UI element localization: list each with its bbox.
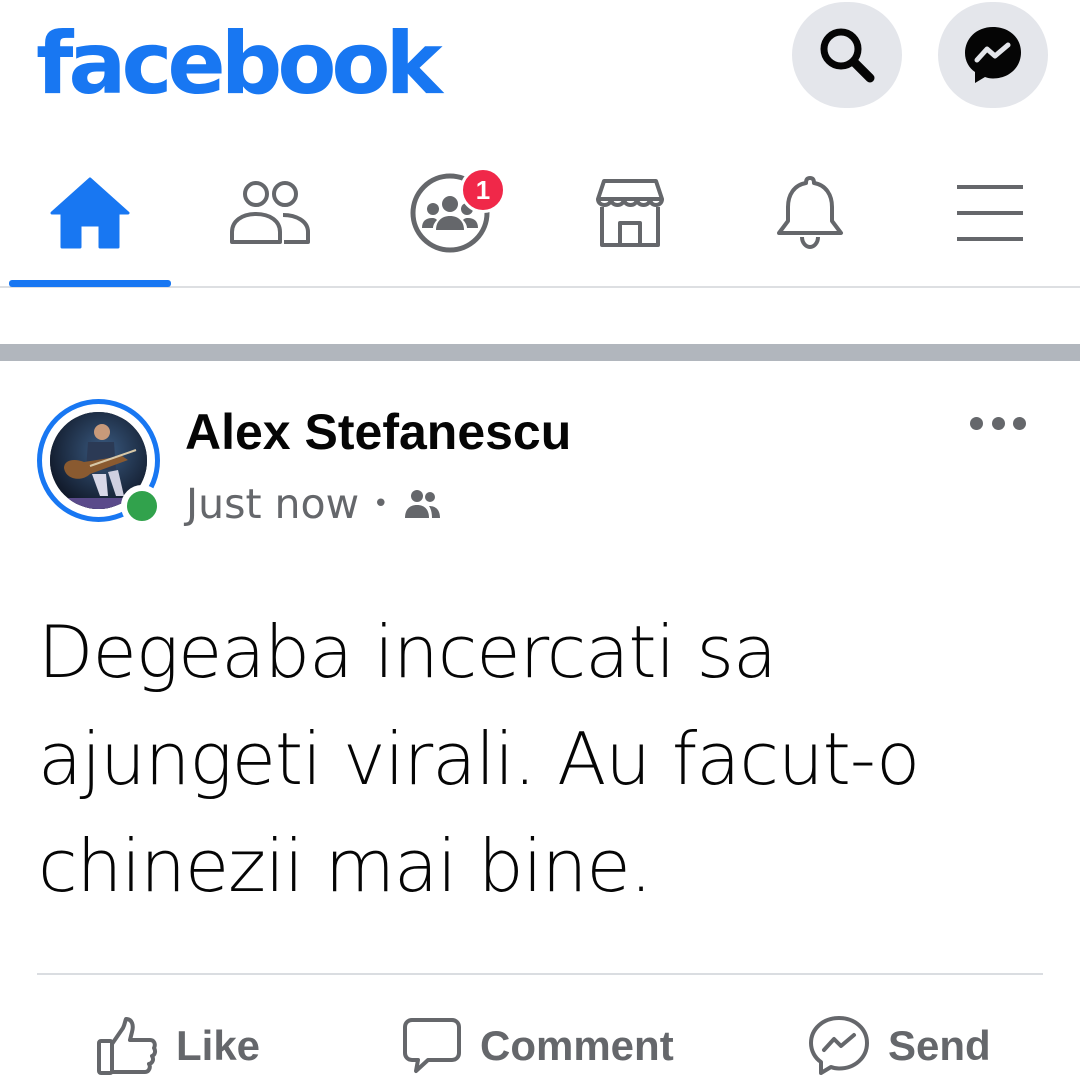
home-icon: [50, 177, 130, 249]
active-tab-indicator: [9, 280, 171, 287]
send-label: Send: [888, 1022, 991, 1069]
thumbs-up-icon: [97, 1017, 158, 1075]
comment-button[interactable]: Comment: [402, 1011, 674, 1081]
messenger-icon: [965, 27, 1021, 83]
tab-home[interactable]: [4, 150, 176, 286]
more-dot-icon: [970, 416, 983, 430]
post-options-button[interactable]: [970, 409, 1026, 437]
more-dot-icon: [1013, 416, 1026, 430]
search-icon: [820, 28, 875, 83]
tab-bar: 1: [0, 150, 1080, 288]
feed-separator: [0, 344, 1080, 361]
messenger-button[interactable]: [938, 2, 1048, 108]
post-timestamp[interactable]: Just now: [186, 480, 359, 528]
top-bar: facebook: [0, 0, 1080, 135]
post-meta: Just now •: [186, 479, 441, 529]
post-text: Degeaba incercati sa ajungeti virali. Au…: [38, 610, 920, 908]
more-dot-icon: [991, 416, 1005, 430]
tab-groups[interactable]: 1: [364, 150, 536, 286]
comment-label: Comment: [480, 1022, 674, 1069]
tab-friends[interactable]: [184, 150, 356, 286]
hamburger-icon: [957, 185, 1023, 241]
marketplace-icon: [596, 179, 664, 247]
meta-separator: •: [373, 489, 389, 519]
actions-divider: [37, 973, 1043, 975]
friends-audience-icon[interactable]: [403, 488, 441, 520]
facebook-logo[interactable]: facebook: [36, 14, 443, 114]
tab-marketplace[interactable]: [544, 150, 716, 286]
tab-menu[interactable]: [904, 150, 1076, 286]
online-status-indicator: [121, 485, 163, 527]
groups-notification-badge: 1: [460, 167, 506, 213]
tab-notifications[interactable]: [724, 150, 896, 286]
send-button[interactable]: Send: [808, 1011, 991, 1081]
friends-icon: [230, 181, 310, 244]
post-author-name[interactable]: Alex Stefanescu: [185, 403, 571, 461]
messenger-send-icon: [809, 1016, 869, 1075]
post-card: Alex Stefanescu Just now • Degeaba incer…: [0, 361, 1080, 1088]
like-label: Like: [176, 1022, 261, 1069]
like-button[interactable]: Like: [96, 1011, 260, 1081]
comment-icon: [403, 1018, 461, 1073]
search-button[interactable]: [792, 2, 902, 108]
bell-icon: [777, 176, 843, 250]
